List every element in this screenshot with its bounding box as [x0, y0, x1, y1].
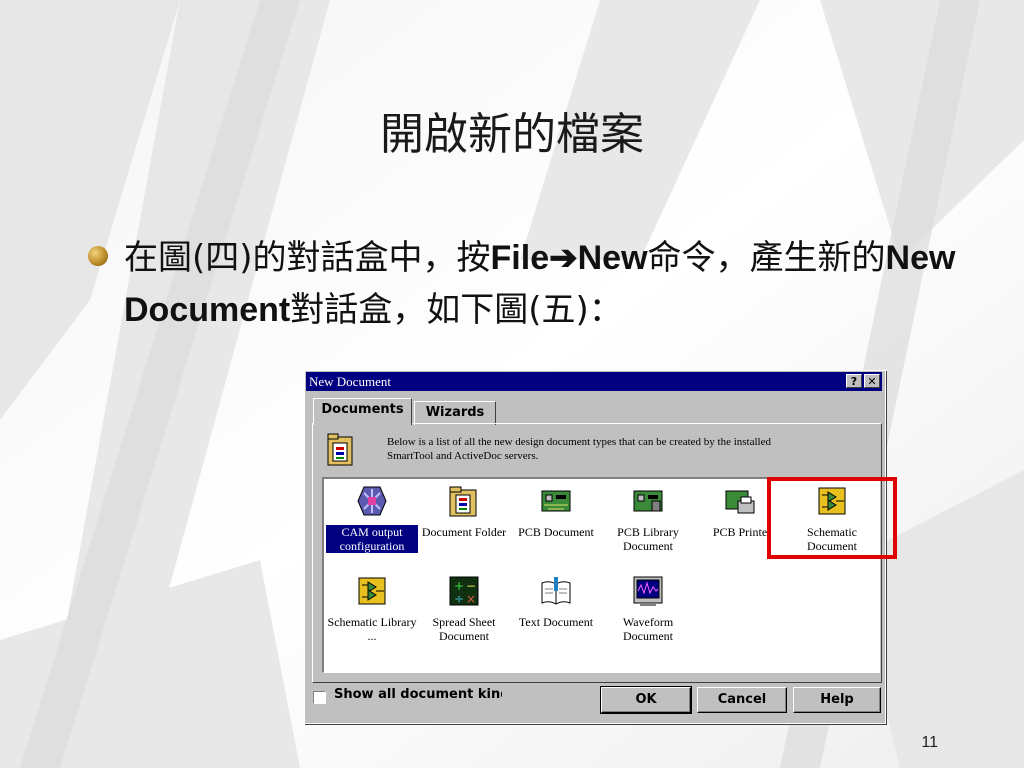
spreadsheet-icon: + − ÷ × — [449, 576, 479, 606]
cam-output-icon — [357, 486, 387, 516]
list-item-waveform[interactable]: Waveform Document — [602, 575, 694, 645]
list-item-schematic-library[interactable]: Schematic Library ... — [326, 575, 418, 645]
close-icon[interactable]: ✕ — [864, 374, 880, 388]
schematic-library-icon — [358, 577, 386, 605]
bullet-icon — [88, 246, 108, 266]
tab-documents[interactable]: Documents — [313, 398, 412, 425]
cancel-button[interactable]: Cancel — [697, 687, 787, 713]
arrow-icon: ➔ — [549, 239, 578, 277]
list-item-spreadsheet[interactable]: + − ÷ × Spread Sheet Document — [418, 575, 510, 645]
list-item-label: PCB Printe — [712, 525, 768, 539]
list-item-label: Document Folder — [421, 525, 507, 539]
list-item-label: PCB Library Document — [617, 525, 679, 553]
tab-wizards[interactable]: Wizards — [414, 401, 496, 425]
page-number: 11 — [921, 734, 938, 751]
new-keyword: New — [577, 239, 648, 277]
bullet-part: 四 — [205, 238, 240, 278]
dialog-title: New Document — [309, 374, 391, 389]
dialog-description: Below is a list of all the new design do… — [387, 436, 771, 462]
svg-text:÷: ÷ — [454, 592, 464, 606]
svg-text:+: + — [454, 579, 464, 593]
list-item-label: Waveform Document — [622, 615, 674, 643]
list-item-label: PCB Document — [518, 525, 594, 539]
folder-document-icon — [327, 433, 353, 466]
waveform-icon — [633, 576, 663, 606]
dialog-titlebar[interactable]: New Document ? ✕ — [306, 372, 882, 391]
list-item-pcb-document[interactable]: PCB Document — [510, 485, 602, 555]
show-all-checkbox[interactable] — [313, 691, 326, 704]
list-item-label: Text Document — [518, 615, 594, 629]
slide-title: 開啟新的檔案 — [380, 109, 644, 160]
pcb-printer-icon — [725, 490, 755, 514]
list-item-pcb-library[interactable]: PCB Library Document — [602, 485, 694, 555]
svg-text:−: − — [466, 579, 476, 593]
schematic-highlight-box — [767, 477, 897, 559]
list-item-label: Spread Sheet Document — [432, 615, 496, 643]
help-icon[interactable]: ? — [846, 374, 862, 388]
help-button[interactable]: Help — [793, 687, 881, 713]
bullet-part: 對話盒，如下圖( — [290, 290, 542, 330]
document-folder-icon — [449, 486, 477, 517]
svg-text:×: × — [466, 592, 476, 606]
ok-button[interactable]: OK — [600, 686, 692, 714]
list-item-label: Schematic Library ... — [327, 615, 417, 643]
list-item-label: CAM output configuration — [325, 524, 419, 554]
pcb-library-icon — [633, 490, 663, 512]
bullet-text: 在圖(四)的對話盒中，按File➔New命令，產生新的New Document對… — [124, 232, 974, 336]
bullet-part: 在圖( — [124, 238, 206, 278]
bullet-part: )： — [575, 290, 623, 330]
list-item-document-folder[interactable]: Document Folder — [418, 485, 510, 555]
list-item-cam-output[interactable]: CAM output configuration — [325, 485, 419, 555]
bullet-part: )的對話盒中，按 — [239, 238, 491, 278]
bullet-part: 命令，產生新的 — [647, 238, 886, 278]
text-document-icon — [541, 577, 571, 605]
pcb-document-icon — [541, 490, 571, 512]
list-item-text-document[interactable]: Text Document — [510, 575, 602, 645]
bullet-part: 五 — [541, 290, 576, 330]
file-keyword: File — [490, 239, 550, 277]
show-all-label[interactable]: Show all document kinds — [334, 687, 502, 702]
